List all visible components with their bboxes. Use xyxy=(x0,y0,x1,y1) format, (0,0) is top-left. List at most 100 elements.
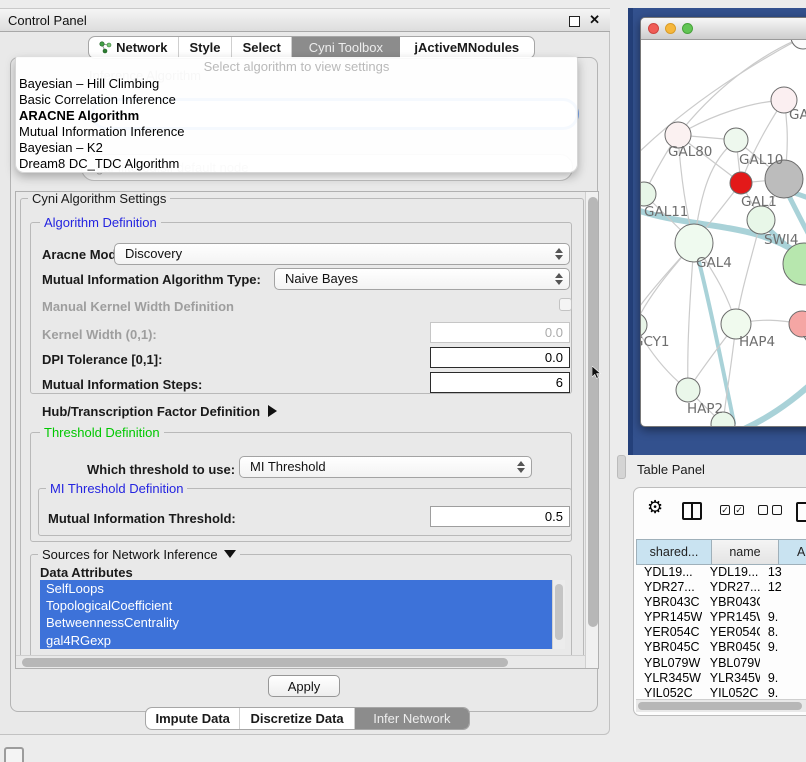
mi-steps-value: 6 xyxy=(556,375,563,390)
hub-definition-toggle[interactable]: Hub/Transcription Factor Definition xyxy=(42,404,277,419)
network-window-titlebar[interactable] xyxy=(641,18,806,40)
tab-discretize-data[interactable]: Discretize Data xyxy=(240,708,354,729)
control-panel-titlebar: Control Panel ✕ xyxy=(0,8,610,32)
table-column-header[interactable]: shared... xyxy=(636,539,712,565)
dpi-tolerance-field[interactable]: 0.0 xyxy=(430,347,570,368)
mi-threshold-group-title: MI Threshold Definition xyxy=(46,481,187,496)
zoom-traffic-light-icon[interactable] xyxy=(682,23,693,34)
apply-button[interactable]: Apply xyxy=(268,675,340,697)
table-row[interactable]: YDL19...YDL19...13 xyxy=(636,565,806,580)
data-attributes-list[interactable]: SelfLoopsTopologicalCoefficientBetweenne… xyxy=(40,580,552,649)
table-cell: YER054C xyxy=(636,625,702,640)
settings-vscrollbar[interactable] xyxy=(585,192,599,668)
tab-impute-data[interactable]: Impute Data xyxy=(146,708,240,729)
bottom-tabbar: Impute Data Discretize Data Infer Networ… xyxy=(145,707,470,730)
attribute-list-item[interactable]: BetweennessCentrality xyxy=(40,614,552,631)
tab-cyni-toolbox[interactable]: Cyni Toolbox xyxy=(292,37,400,58)
table-cell: 12 xyxy=(760,580,806,595)
network-node[interactable] xyxy=(641,182,656,206)
algorithm-dropdown-popup: Select algorithm to view settings Bayesi… xyxy=(15,57,578,173)
aracne-mode-combobox[interactable]: Discovery xyxy=(114,243,570,265)
stepper-icon xyxy=(516,460,525,474)
sources-title: Sources for Network Inference xyxy=(42,547,218,562)
table-hscrollbar-thumb[interactable] xyxy=(638,702,802,710)
control-panel-tabbar: Network Style Select Cyni Toolbox jActiv… xyxy=(88,36,535,59)
table-row[interactable]: YDR27...YDR27...12 xyxy=(636,580,806,595)
kernel-width-field[interactable]: 0.0 xyxy=(430,322,570,343)
network-window[interactable]: GALGAL80GAL10GAL1GAL11SWI4GAL4GCY1HAP4YH… xyxy=(640,17,806,427)
close-icon[interactable]: ✕ xyxy=(589,12,600,28)
network-canvas[interactable]: GALGAL80GAL10GAL1GAL11SWI4GAL4GCY1HAP4YH… xyxy=(641,40,806,427)
table-row[interactable]: YBL079WYBL079W xyxy=(636,656,806,671)
dropdown-item[interactable]: Bayesian – K2 xyxy=(16,140,577,156)
table-row[interactable]: YLR345WYLR345W9. xyxy=(636,671,806,686)
close-traffic-light-icon[interactable] xyxy=(648,23,659,34)
manual-kernel-width-checkbox[interactable] xyxy=(559,298,572,311)
dropdown-item[interactable]: Basic Correlation Inference xyxy=(16,92,577,108)
settings-hscrollbar-thumb[interactable] xyxy=(22,658,508,667)
dropdown-list: Bayesian – Hill ClimbingBasic Correlatio… xyxy=(16,76,577,173)
network-node[interactable] xyxy=(730,172,752,194)
tab-jactivemnodules[interactable]: jActiveMNodules xyxy=(400,37,534,58)
tab-infer-network[interactable]: Infer Network xyxy=(355,708,469,729)
settings-vscrollbar-thumb[interactable] xyxy=(588,197,598,627)
table-row[interactable]: YBR045CYBR045C9. xyxy=(636,640,806,655)
sources-toggle[interactable]: Sources for Network Inference xyxy=(38,547,240,562)
mi-threshold-label: Mutual Information Threshold: xyxy=(48,511,236,526)
mouse-cursor xyxy=(592,366,602,379)
table-panel: ⚙ ✓ ✓ shared...nameA YDL19...YDL19...13Y… xyxy=(633,487,806,716)
table-row[interactable]: YPR145WYPR145W9. xyxy=(636,610,806,625)
attr-list-scrollbar[interactable] xyxy=(552,580,565,649)
table-cell: YPR145W xyxy=(702,610,760,625)
attr-list-scrollbar-thumb[interactable] xyxy=(555,584,563,640)
table-column-header[interactable]: A xyxy=(779,539,806,565)
network-icon xyxy=(99,41,112,54)
table-cell: YPR145W xyxy=(636,610,702,625)
mi-steps-field[interactable]: 6 xyxy=(430,372,570,393)
dropdown-item[interactable]: Mutual Information Inference xyxy=(16,124,577,140)
table-cell: YDL19... xyxy=(702,565,760,580)
attribute-list-item[interactable]: gal4RGexp xyxy=(40,632,552,649)
threshold-definition-title: Threshold Definition xyxy=(40,425,164,440)
unchecked-checkboxes-icon[interactable] xyxy=(758,505,782,515)
tab-style[interactable]: Style xyxy=(179,37,233,58)
attribute-list-item[interactable]: SelfLoops xyxy=(40,580,552,597)
network-node[interactable] xyxy=(791,40,806,49)
which-threshold-label: Which threshold to use: xyxy=(87,462,235,477)
dropdown-item[interactable]: Dream8 DC_TDC Algorithm xyxy=(16,156,577,172)
bottom-left-partial-icon[interactable] xyxy=(4,747,24,762)
mi-threshold-field[interactable]: 0.5 xyxy=(430,506,570,527)
gear-icon[interactable]: ⚙ xyxy=(647,498,663,516)
checkbox-unchecked-icon xyxy=(758,505,768,515)
table-row[interactable]: YBR043CYBR043C xyxy=(636,595,806,610)
panel-splitter-handle[interactable] xyxy=(617,455,626,479)
mi-steps-label: Mutual Information Steps: xyxy=(42,377,202,392)
which-threshold-combobox[interactable]: MI Threshold xyxy=(239,456,532,478)
page-icon[interactable] xyxy=(796,502,806,522)
float-window-icon[interactable] xyxy=(569,16,580,27)
dropdown-prompt: Select algorithm to view settings xyxy=(16,57,577,76)
network-node[interactable] xyxy=(676,378,700,402)
table-column-header[interactable]: name xyxy=(712,539,779,565)
settings-hscrollbar[interactable] xyxy=(16,655,585,668)
minimize-traffic-light-icon[interactable] xyxy=(665,23,676,34)
attribute-list-item[interactable]: TopologicalCoefficient xyxy=(40,597,552,614)
dropdown-item[interactable]: Bayesian – Hill Climbing xyxy=(16,76,577,92)
dropdown-item[interactable]: ARACNE Algorithm xyxy=(16,108,577,124)
table-hscrollbar[interactable] xyxy=(636,699,806,712)
mi-algorithm-type-combobox[interactable]: Naive Bayes xyxy=(274,268,570,290)
tab-infer-network-label: Infer Network xyxy=(373,711,450,726)
which-threshold-value: MI Threshold xyxy=(250,459,326,474)
tab-discretize-data-label: Discretize Data xyxy=(250,711,343,726)
columns-icon[interactable] xyxy=(682,502,702,520)
kernel-width-label: Kernel Width (0,1): xyxy=(42,327,157,342)
network-node[interactable] xyxy=(724,128,748,152)
dpi-tolerance-value: 0.0 xyxy=(545,350,563,365)
checked-checkboxes-icon[interactable]: ✓ ✓ xyxy=(720,505,744,515)
network-node[interactable] xyxy=(747,206,775,234)
tab-select[interactable]: Select xyxy=(232,37,292,58)
stepper-icon xyxy=(554,272,563,286)
table-row[interactable]: YER054CYER054C8. xyxy=(636,625,806,640)
tab-network[interactable]: Network xyxy=(89,37,179,58)
checkbox-checked-icon: ✓ xyxy=(734,505,744,515)
